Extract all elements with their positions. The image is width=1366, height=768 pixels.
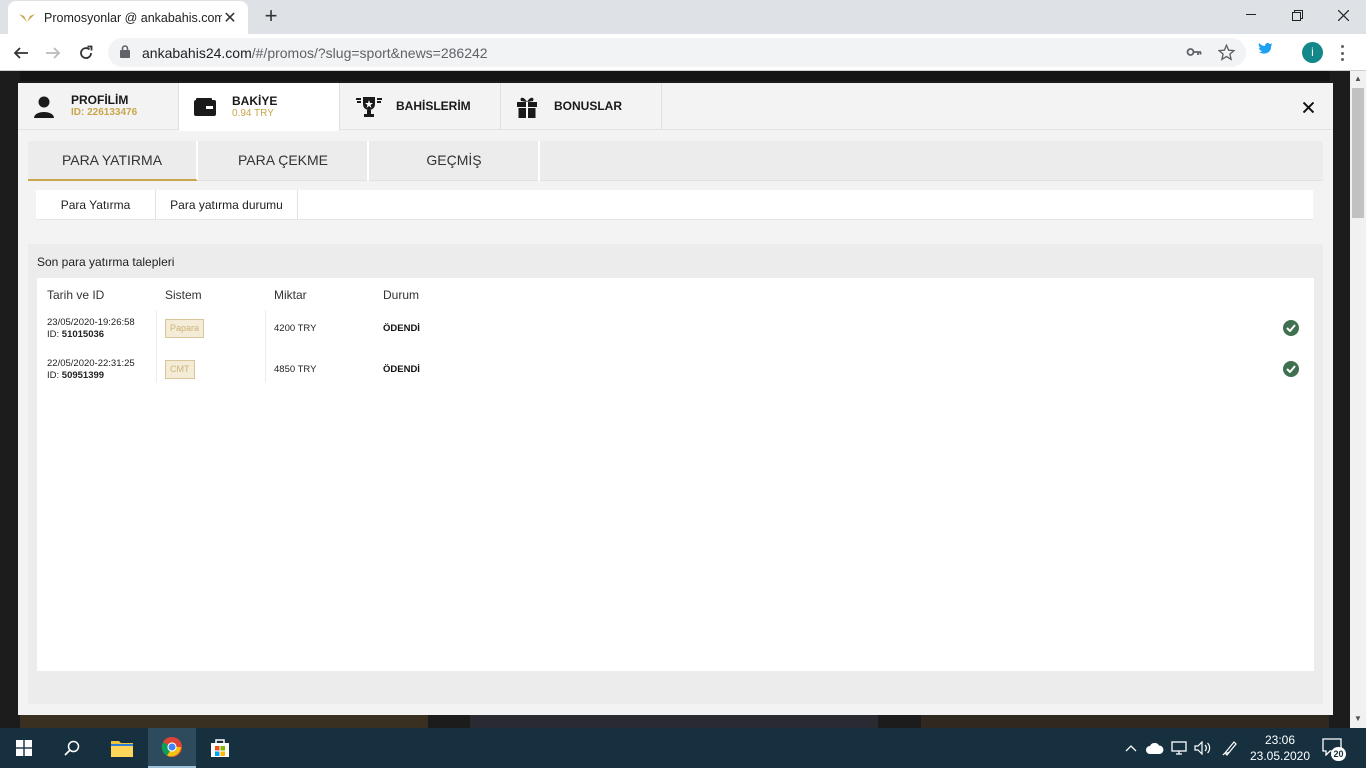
lock-icon[interactable] xyxy=(120,45,130,63)
tab-balance[interactable]: BAKİYE 0.94 TRY xyxy=(179,83,340,131)
payment-system-badge: Papara xyxy=(165,319,205,338)
request-status: ÖDENDİ xyxy=(383,323,420,334)
notification-count: 20 xyxy=(1331,747,1346,761)
site-favicon-icon xyxy=(18,12,36,24)
trophy-icon xyxy=(355,96,383,118)
chrome-taskbar-icon[interactable] xyxy=(148,728,196,768)
page-scrollbar[interactable]: ▲ ▼ xyxy=(1350,71,1366,728)
subtab-history[interactable]: GEÇMİŞ xyxy=(370,141,540,181)
browser-tabstrip: Promosyonlar @ ankabahis.com ✕ + xyxy=(0,0,1366,34)
volume-icon[interactable] xyxy=(1191,728,1215,768)
tab-close-icon[interactable]: ✕ xyxy=(222,8,238,28)
microsoft-store-icon[interactable] xyxy=(196,728,244,768)
tab-bonuses[interactable]: BONUSLAR xyxy=(501,83,662,130)
request-amount: 4200 TRY xyxy=(274,323,317,334)
profile-avatar[interactable]: i xyxy=(1302,42,1323,63)
search-icon[interactable] xyxy=(48,728,96,768)
request-date: 23/05/2020-19:26:58 xyxy=(47,317,135,328)
wallet-icon xyxy=(194,96,216,118)
scroll-up-icon[interactable]: ▲ xyxy=(1354,74,1362,83)
table-row[interactable]: 22/05/2020-22:31:25 ID: 50951399 CMT 485… xyxy=(37,351,1314,392)
tab-label: BAKİYE xyxy=(232,93,278,108)
modal-close-icon[interactable] xyxy=(1298,97,1318,117)
site-header-strip xyxy=(20,71,1330,81)
payment-system-badge: CMT xyxy=(165,360,195,379)
request-id: 51015036 xyxy=(61,329,105,340)
modal-tab-bar: PROFİLİM ID: 226133476 BAKİYE 0.94 TRY B… xyxy=(18,83,1333,131)
scroll-down-icon[interactable]: ▼ xyxy=(1354,714,1362,723)
minimize-button[interactable] xyxy=(1228,0,1274,30)
section-title: Son para yatırma talepleri xyxy=(37,255,175,269)
system-clock[interactable]: 23:06 23.05.2020 xyxy=(1248,732,1312,764)
payment-subtabs: PARA YATIRMA PARA ÇEKME GEÇMİŞ xyxy=(28,141,1323,181)
account-modal: PROFİLİM ID: 226133476 BAKİYE 0.94 TRY B… xyxy=(18,83,1333,715)
tab-my-bets[interactable]: BAHİSLERİM xyxy=(340,83,501,130)
request-date-id: 23/05/2020-19:26:58 ID: 51015036 xyxy=(47,317,135,341)
id-prefix: ID: xyxy=(47,370,60,381)
table-row[interactable]: 23/05/2020-19:26:58 ID: 51015036 Papara … xyxy=(37,310,1314,351)
tab-profile[interactable]: PROFİLİM ID: 226133476 xyxy=(18,83,179,130)
windows-start-icon[interactable] xyxy=(0,728,48,768)
subtab-deposit[interactable]: PARA YATIRMA xyxy=(28,141,198,181)
request-date: 22/05/2020-22:31:25 xyxy=(47,358,135,369)
request-date-id: 22/05/2020-22:31:25 ID: 50951399 xyxy=(47,358,135,382)
clock-date: 23.05.2020 xyxy=(1249,749,1311,763)
column-header-system: Sistem xyxy=(165,288,202,302)
pill-deposit[interactable]: Para Yatırma xyxy=(36,190,156,220)
browser-tab[interactable]: Promosyonlar @ ankabahis.com ✕ xyxy=(8,1,248,34)
column-header-status: Durum xyxy=(383,288,420,302)
check-circle-icon xyxy=(1283,361,1299,377)
url-text: ankabahis24.com/#/promos/?slug=sport&new… xyxy=(142,45,488,61)
gift-icon xyxy=(516,96,538,118)
column-header-date: Tarih ve ID xyxy=(47,288,105,302)
request-status: ÖDENDİ xyxy=(383,364,420,375)
deposit-requests-section: Son para yatırma talepleri Tarih ve ID S… xyxy=(28,244,1323,704)
pen-workspace-icon[interactable] xyxy=(1217,728,1243,768)
browser-toolbar: ankabahis24.com/#/promos/?slug=sport&new… xyxy=(0,34,1366,71)
key-icon[interactable] xyxy=(1186,44,1202,65)
window-close-button[interactable] xyxy=(1320,0,1366,30)
tab-title: Promosyonlar @ ankabahis.com xyxy=(44,10,222,25)
subtab-withdraw[interactable]: PARA ÇEKME xyxy=(199,141,369,181)
network-icon[interactable] xyxy=(1167,728,1191,768)
deposit-requests-table: Tarih ve ID Sistem Miktar Durum 23/05/20… xyxy=(37,278,1314,671)
new-tab-button[interactable]: + xyxy=(258,4,284,30)
browser-menu-icon[interactable] xyxy=(1336,43,1348,63)
windows-taskbar: 23:06 23.05.2020 20 xyxy=(0,728,1366,768)
bookmark-star-icon[interactable] xyxy=(1217,43,1236,66)
request-amount: 4850 TRY xyxy=(274,364,317,375)
file-explorer-icon[interactable] xyxy=(98,728,146,768)
tab-label: BAHİSLERİM xyxy=(396,99,471,113)
address-bar[interactable]: ankabahis24.com/#/promos/?slug=sport&new… xyxy=(108,38,1246,67)
chevron-up-icon[interactable] xyxy=(1119,728,1143,768)
tab-label: BONUSLAR xyxy=(554,99,622,113)
modal-content: PARA YATIRMA PARA ÇEKME GEÇMİŞ Para Yatı… xyxy=(28,141,1323,704)
balance-amount: 0.94 TRY xyxy=(232,107,274,119)
id-prefix: ID: xyxy=(47,329,60,340)
url-host: ankabahis24.com xyxy=(142,45,252,61)
forward-icon[interactable] xyxy=(40,40,66,66)
column-header-amount: Miktar xyxy=(274,288,307,302)
back-icon[interactable] xyxy=(8,40,34,66)
url-path: /#/promos/?slug=sport&news=286242 xyxy=(251,45,488,61)
user-id: ID: 226133476 xyxy=(71,107,138,118)
request-id: 50951399 xyxy=(61,370,105,381)
clock-time: 23:06 xyxy=(1264,733,1296,747)
restore-button[interactable] xyxy=(1274,0,1320,30)
action-center-icon[interactable]: 20 xyxy=(1322,738,1346,761)
twitter-extension-icon[interactable] xyxy=(1258,42,1274,61)
tab-label: PROFİLİM xyxy=(71,93,129,107)
deposit-pills: Para Yatırma Para yatırma durumu xyxy=(36,190,1313,220)
pill-deposit-status[interactable]: Para yatırma durumu xyxy=(156,190,298,220)
scrollbar-thumb[interactable] xyxy=(1352,88,1364,218)
check-circle-icon xyxy=(1283,320,1299,336)
reload-icon[interactable] xyxy=(73,40,99,66)
user-icon xyxy=(33,96,55,118)
onedrive-cloud-icon[interactable] xyxy=(1143,728,1167,768)
